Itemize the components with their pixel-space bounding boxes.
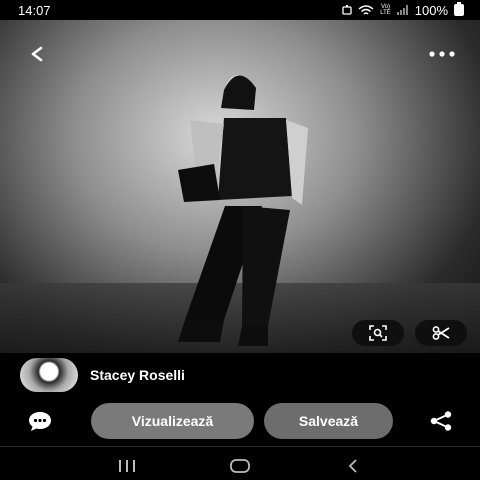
- visualize-button[interactable]: Vizualizează: [91, 403, 254, 439]
- signal-icon: [396, 5, 409, 15]
- home-icon: [230, 459, 250, 473]
- status-icons: Vo) LTE 100%: [342, 2, 464, 18]
- wifi-icon: [358, 4, 374, 16]
- system-nav-bar: [0, 452, 480, 480]
- comment-icon: [29, 412, 51, 431]
- comment-button[interactable]: [27, 409, 53, 433]
- status-time: 14:07: [18, 2, 51, 18]
- battery-percent: 100%: [414, 2, 448, 18]
- home-button[interactable]: [225, 456, 255, 476]
- cutout-button[interactable]: [415, 320, 467, 346]
- visual-search-button[interactable]: [352, 320, 404, 346]
- pin-photo[interactable]: [0, 20, 480, 353]
- battery-icon: [454, 2, 464, 16]
- action-bar: Vizualizează Salvează: [0, 403, 480, 439]
- model-figure: [178, 75, 308, 346]
- status-bar: 14:07 Vo) LTE 100%: [0, 0, 480, 20]
- back-button[interactable]: [18, 42, 54, 66]
- system-back-icon: [349, 459, 357, 473]
- avatar[interactable]: [20, 358, 78, 392]
- author-name[interactable]: Stacey Roselli: [90, 367, 185, 383]
- more-dots-icon: [429, 51, 455, 57]
- visual-search-icon: [369, 325, 387, 341]
- volte-indicator: Vo) LTE: [380, 4, 391, 16]
- share-icon: [430, 411, 452, 431]
- divider: [0, 446, 480, 447]
- more-options-button[interactable]: [424, 42, 460, 66]
- recent-apps-icon: [118, 460, 135, 472]
- share-button[interactable]: [428, 409, 454, 433]
- save-button[interactable]: Salvează: [264, 403, 393, 439]
- system-back-button[interactable]: [338, 456, 368, 476]
- back-arrow-icon: [31, 46, 43, 62]
- scissors-icon: [432, 326, 450, 340]
- author-row[interactable]: Stacey Roselli: [20, 358, 185, 392]
- recent-apps-button[interactable]: [112, 456, 142, 476]
- alarm-icon: [342, 5, 352, 15]
